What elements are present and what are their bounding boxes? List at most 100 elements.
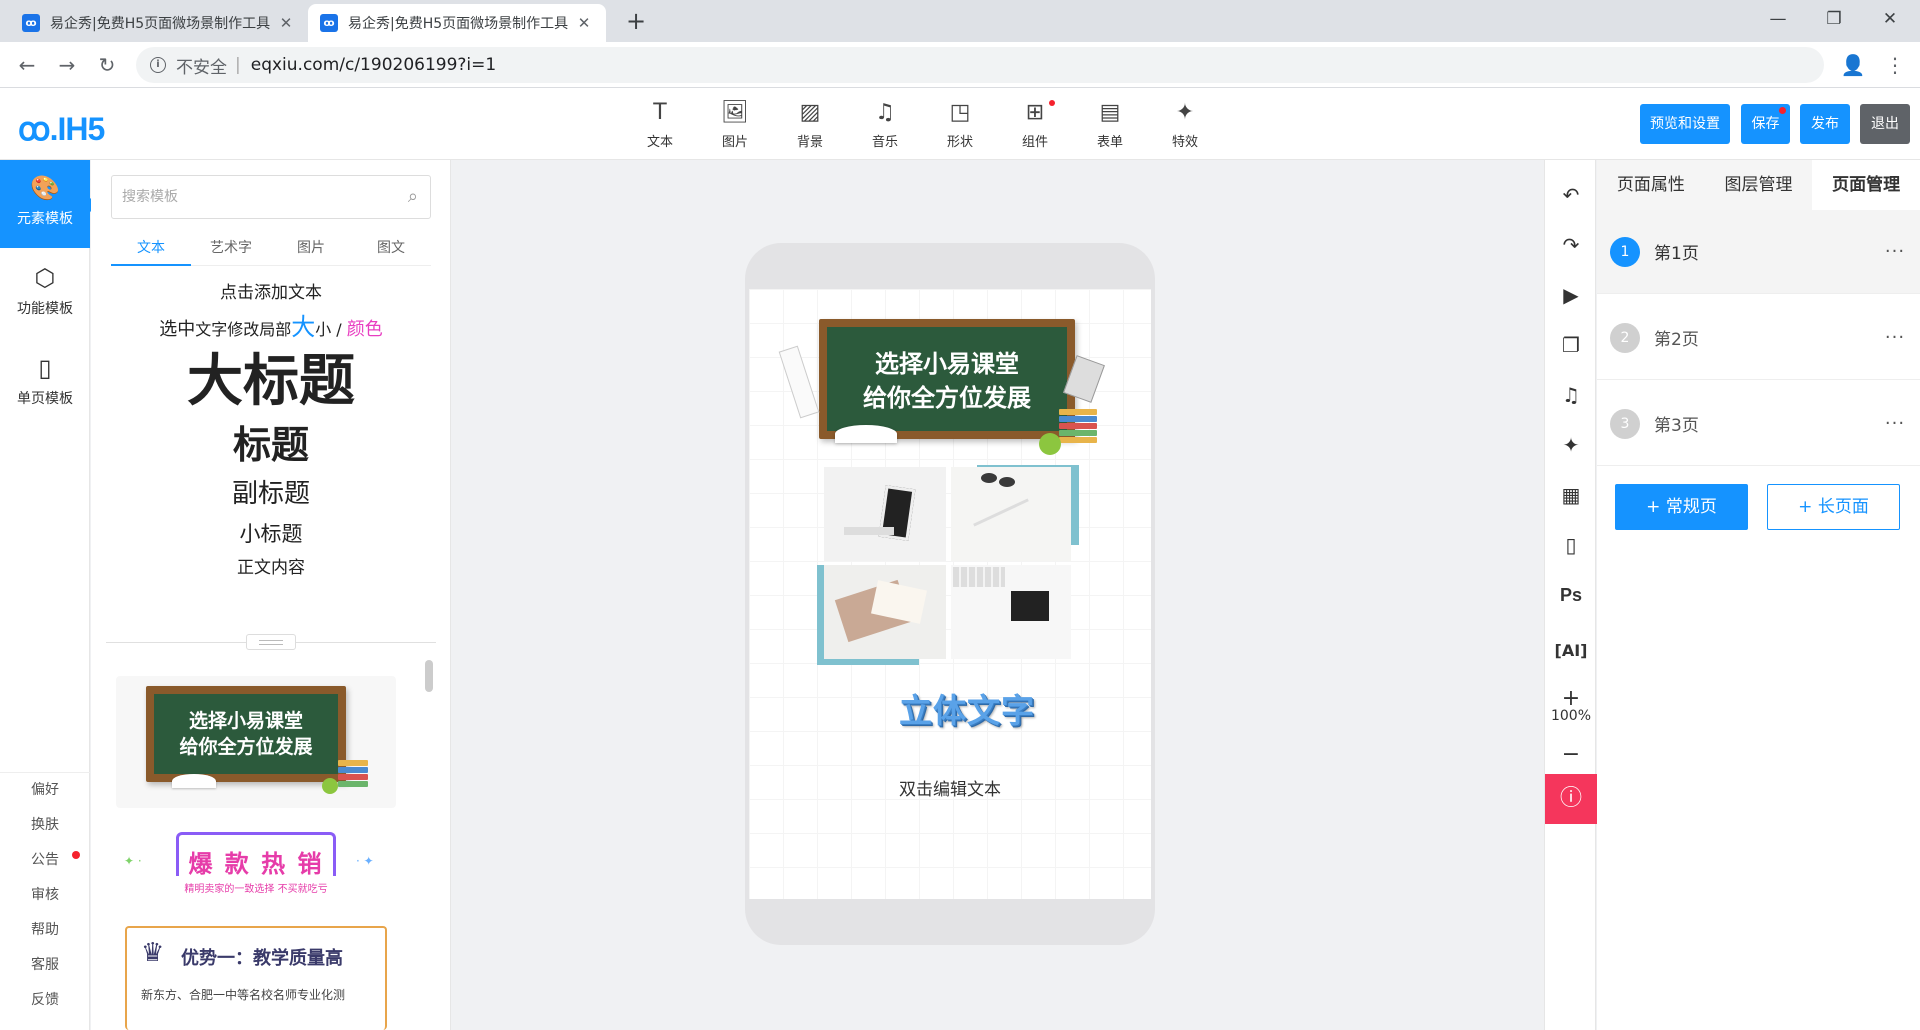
- collage-photo-keyboard[interactable]: [951, 565, 1071, 659]
- address-bar[interactable]: i 不安全 | eqxiu.com/c/190206199?i=1: [136, 47, 1824, 83]
- reload-icon[interactable]: ↻: [92, 50, 122, 80]
- small-heading-sample[interactable]: 小标题: [111, 516, 431, 552]
- restore-icon[interactable]: ❐: [1806, 0, 1862, 40]
- collage-photo-postcard[interactable]: [824, 565, 946, 659]
- tool-form[interactable]: ▤ 表单: [1080, 98, 1140, 150]
- more-icon[interactable]: ···: [1870, 241, 1920, 262]
- nav-review[interactable]: 审核: [0, 878, 90, 913]
- sample-part: 文字修改局部: [195, 320, 292, 339]
- page-item[interactable]: 3 第3页 ···: [1597, 382, 1920, 466]
- drag-handle[interactable]: [246, 634, 296, 650]
- music-icon[interactable]: ♫: [1545, 380, 1597, 410]
- tool-effects[interactable]: ✦ 特效: [1155, 98, 1215, 150]
- grid-icon[interactable]: ▦: [1545, 480, 1597, 510]
- tool-music[interactable]: ♫ 音乐: [855, 98, 915, 150]
- browser-tab-2[interactable]: ꝏ 易企秀|免费H5页面微场景制作工具 ✕: [308, 4, 606, 42]
- new-tab-icon[interactable]: +: [622, 8, 650, 36]
- template-card-education[interactable]: ♛ 优势一：教学质量高 新东方、合肥一中等名校名师专业化测: [125, 926, 387, 1030]
- nav-announcement[interactable]: 公告: [0, 843, 90, 878]
- page-name: 第2页: [1654, 330, 1699, 350]
- page-item[interactable]: 1 第1页 ···: [1597, 210, 1920, 294]
- rich-text-sample[interactable]: 选中文字修改局部大小 / 颜色: [111, 308, 431, 346]
- back-icon[interactable]: ←: [12, 50, 42, 80]
- ai-icon[interactable]: [AI]: [1545, 636, 1597, 666]
- tool-shape[interactable]: ◳ 形状: [930, 98, 990, 150]
- alert-icon[interactable]: ⓘ: [1545, 774, 1597, 824]
- template-card-promo[interactable]: 爆 款 热 销 精明卖家的一致选择 不买就吃亏 ✦ · · ✦: [116, 824, 396, 904]
- publish-button[interactable]: 发布: [1800, 104, 1850, 144]
- window-close-icon[interactable]: ✕: [1862, 0, 1918, 40]
- pages-icon: ▯: [38, 354, 52, 382]
- editable-text[interactable]: 双击编辑文本: [749, 775, 1151, 800]
- search-icon[interactable]: ⌕: [408, 186, 418, 207]
- chalkboard-image[interactable]: 选择小易课堂 给你全方位发展: [819, 319, 1075, 439]
- more-icon[interactable]: ···: [1870, 413, 1920, 434]
- heading1-sample[interactable]: 大标题: [111, 346, 431, 418]
- sparkle-icon[interactable]: ✦: [1545, 430, 1597, 460]
- nav-help[interactable]: 帮助: [0, 913, 90, 948]
- save-button[interactable]: 保存: [1741, 104, 1790, 144]
- apple-graphic: [322, 778, 338, 794]
- zoom-out-icon[interactable]: −: [1545, 740, 1597, 770]
- tab-close-icon[interactable]: ✕: [276, 14, 296, 32]
- sample-part: 大: [291, 313, 316, 341]
- url-text: eqxiu.com/c/190206199?i=1: [250, 55, 497, 75]
- minimize-icon[interactable]: —: [1750, 0, 1806, 40]
- photoshop-icon[interactable]: Ps: [1545, 580, 1597, 610]
- tool-text[interactable]: T 文本: [630, 98, 690, 150]
- page-name: 第1页: [1654, 244, 1699, 264]
- add-normal-page-button[interactable]: + 常规页: [1615, 484, 1748, 530]
- nav-label: 元素模板: [17, 211, 73, 227]
- search-input[interactable]: [112, 176, 382, 218]
- nav-single-page-templates[interactable]: ▯ 单页模板: [0, 340, 90, 428]
- profile-icon[interactable]: 👤: [1838, 50, 1868, 80]
- tab-image[interactable]: 图片: [271, 236, 351, 265]
- tool-image[interactable]: 🖼 图片: [705, 98, 765, 150]
- page-item[interactable]: 2 第2页 ···: [1597, 296, 1920, 380]
- heading2-sample[interactable]: 标题: [111, 418, 431, 472]
- tool-background[interactable]: ▨ 背景: [780, 98, 840, 150]
- add-text-sample[interactable]: 点击添加文本: [111, 278, 431, 308]
- tab-text[interactable]: 文本: [111, 236, 191, 266]
- panel-tabs: 文本 艺术字 图片 图文: [111, 236, 431, 266]
- phone-icon[interactable]: ▯: [1545, 530, 1597, 560]
- body-text-sample[interactable]: 正文内容: [111, 552, 431, 584]
- scrollbar-thumb[interactable]: [425, 660, 433, 692]
- nav-preference[interactable]: 偏好: [0, 773, 90, 808]
- nav-element-templates[interactable]: 🎨 元素模板: [0, 160, 98, 248]
- nav-skin[interactable]: 换肤: [0, 808, 90, 843]
- more-icon[interactable]: ···: [1870, 327, 1920, 348]
- info-icon[interactable]: i: [150, 57, 166, 73]
- tab-layer-management[interactable]: 图层管理: [1705, 160, 1813, 210]
- collage-photo-frame[interactable]: [824, 467, 946, 561]
- undo-icon[interactable]: ↶: [1545, 180, 1597, 210]
- nav-feedback[interactable]: 反馈: [0, 983, 90, 1018]
- play-icon[interactable]: ▶: [1545, 280, 1597, 310]
- browser-tab-1[interactable]: ꝏ 易企秀|免费H5页面微场景制作工具 ✕: [10, 4, 308, 42]
- add-long-page-button[interactable]: + 长页面: [1767, 484, 1900, 530]
- copy-page-icon[interactable]: ❐: [1545, 330, 1597, 360]
- tool-label: 形状: [946, 135, 973, 150]
- logo[interactable]: ꝏ.IH5: [18, 110, 105, 148]
- forward-icon[interactable]: →: [52, 50, 82, 80]
- exit-button[interactable]: 退出: [1860, 104, 1910, 144]
- collage-photo-glasses[interactable]: [951, 467, 1071, 561]
- tab-close-icon[interactable]: ✕: [574, 14, 594, 32]
- template-card-chalkboard[interactable]: 选择小易课堂 给你全方位发展: [116, 676, 396, 808]
- browser-menu-icon[interactable]: ⋮: [1880, 50, 1910, 80]
- tab-image-text[interactable]: 图文: [351, 236, 431, 265]
- tab-art-text[interactable]: 艺术字: [191, 236, 271, 265]
- page-screen[interactable]: 选择小易课堂 给你全方位发展 立体文字 双击编辑文本: [749, 289, 1151, 899]
- subtitle-sample[interactable]: 副标题: [111, 472, 431, 516]
- card-graphic: [844, 527, 894, 535]
- tab-page-properties[interactable]: 页面属性: [1597, 160, 1705, 210]
- notification-dot: [1049, 100, 1055, 106]
- redo-icon[interactable]: ↷: [1545, 230, 1597, 260]
- 3d-art-text[interactable]: 立体文字: [899, 684, 1035, 732]
- nav-function-templates[interactable]: ⬡ 功能模板: [0, 250, 90, 338]
- edu-title: 优势一：教学质量高: [181, 948, 343, 969]
- preview-settings-button[interactable]: 预览和设置: [1640, 104, 1730, 144]
- tool-component[interactable]: ⊞ 组件: [1005, 98, 1065, 150]
- tab-page-management[interactable]: 页面管理: [1812, 160, 1920, 210]
- nav-customer-service[interactable]: 客服: [0, 948, 90, 983]
